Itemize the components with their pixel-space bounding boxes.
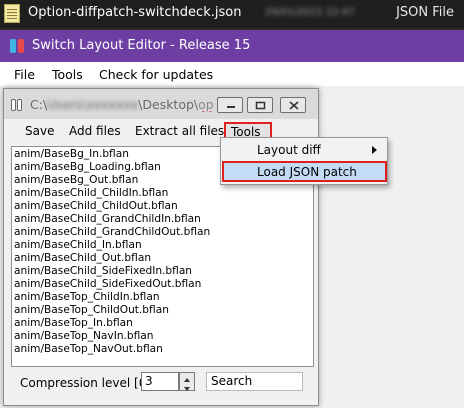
archive-window-title-bar[interactable]: C:\Users\xxxxxxx\Desktop\option.s... bbox=[4, 89, 318, 119]
file-list-item[interactable]: anim/BaseChild_SideFixedIn.bflan bbox=[14, 265, 192, 278]
file-list-item[interactable]: anim/BaseTop_NavOut.bflan bbox=[14, 343, 163, 356]
file-list-item[interactable]: anim/BaseTop_ChildOut.bflan bbox=[14, 304, 169, 317]
app-title-bar[interactable]: Switch Layout Editor - Release 15 bbox=[0, 30, 464, 62]
search-input[interactable]: Search bbox=[206, 372, 303, 391]
file-list-item[interactable]: anim/BaseTop_ChildIn.bflan bbox=[14, 291, 160, 304]
file-list-item[interactable]: anim/BaseChild_Out.bflan bbox=[14, 252, 151, 265]
menu-check-for-updates[interactable]: Check for updates bbox=[99, 67, 213, 82]
menu-item-load-json-patch[interactable]: Load JSON patch bbox=[222, 161, 387, 182]
file-type: JSON File bbox=[396, 5, 454, 20]
add-files-button[interactable]: Add files bbox=[69, 124, 121, 138]
save-button[interactable]: Save bbox=[25, 124, 54, 138]
minimize-icon bbox=[227, 106, 235, 108]
file-list-item[interactable]: anim/BaseTop_NavIn.bflan bbox=[14, 330, 154, 343]
switch-app-icon bbox=[10, 39, 24, 53]
path-mid: \Desktop\ bbox=[138, 97, 199, 112]
minimize-button[interactable] bbox=[217, 97, 243, 113]
path-user-redacted: Users\xxxxxxx bbox=[47, 97, 139, 112]
maximize-icon bbox=[255, 101, 266, 110]
file-list-item[interactable]: anim/BaseChild_In.bflan bbox=[14, 239, 142, 252]
file-list-item[interactable]: anim/BaseBg_In.bflan bbox=[14, 148, 129, 161]
spinner-down-icon bbox=[184, 387, 190, 391]
compression-bar: Compression level [0-9] : 3 Search bbox=[4, 369, 318, 405]
menu-file[interactable]: File bbox=[14, 67, 35, 82]
file-list-item[interactable]: anim/BaseChild_GrandChildIn.bflan bbox=[14, 213, 201, 226]
file-list-item[interactable]: anim/BaseBg_Loading.bflan bbox=[14, 161, 161, 174]
file-list-item[interactable]: anim/BaseChild_ChildOut.bflan bbox=[14, 200, 178, 213]
menu-item-layout-diff[interactable]: Layout diff bbox=[221, 139, 387, 161]
maximize-button[interactable] bbox=[247, 97, 273, 113]
file-list-item[interactable]: anim/BaseChild_GrandChildOut.bflan bbox=[14, 226, 210, 239]
switch-window-icon bbox=[11, 99, 23, 111]
window-path: C:\Users\xxxxxxx\Desktop\option.s... bbox=[30, 97, 214, 112]
menu-item-layout-diff-label: Layout diff bbox=[257, 143, 321, 157]
extract-all-files-button[interactable]: Extract all files bbox=[135, 124, 224, 138]
file-list-item[interactable]: anim/BaseChild_ChildIn.bflan bbox=[14, 187, 168, 200]
file-list-item[interactable]: anim/BaseTop_In.bflan bbox=[14, 317, 133, 330]
spinner-up-button[interactable] bbox=[180, 373, 194, 382]
archive-window: C:\Users\xxxxxxx\Desktop\option.s... Sav… bbox=[3, 88, 319, 406]
menu-item-load-json-patch-label: Load JSON patch bbox=[257, 165, 357, 179]
file-date: 29/01/2022 22:47 bbox=[265, 7, 355, 18]
file-name: Option-diffpatch-switchdeck.json bbox=[28, 5, 242, 20]
close-button[interactable] bbox=[280, 97, 306, 113]
app-title: Switch Layout Editor - Release 15 bbox=[32, 38, 251, 53]
app-menu-bar: File Tools Check for updates bbox=[0, 62, 464, 86]
compression-level-input[interactable]: 3 bbox=[141, 372, 179, 391]
compression-level-spinner[interactable] bbox=[179, 372, 195, 391]
close-icon bbox=[289, 101, 299, 110]
tools-dropdown-menu: Layout diff Load JSON patch bbox=[220, 137, 388, 185]
menu-tools[interactable]: Tools bbox=[52, 67, 83, 82]
file-list-item[interactable]: anim/BaseChild_SideFixedOut.bflan bbox=[14, 278, 201, 291]
path-file: option.s... bbox=[198, 97, 214, 112]
submenu-arrow-icon bbox=[372, 146, 377, 154]
json-file-icon bbox=[4, 4, 20, 23]
file-list-item[interactable]: anim/BaseBg_Out.bflan bbox=[14, 174, 138, 187]
spinner-down-button[interactable] bbox=[180, 382, 194, 391]
explorer-file-row[interactable]: Option-diffpatch-switchdeck.json 29/01/2… bbox=[0, 0, 464, 28]
path-prefix: C:\ bbox=[30, 97, 48, 112]
